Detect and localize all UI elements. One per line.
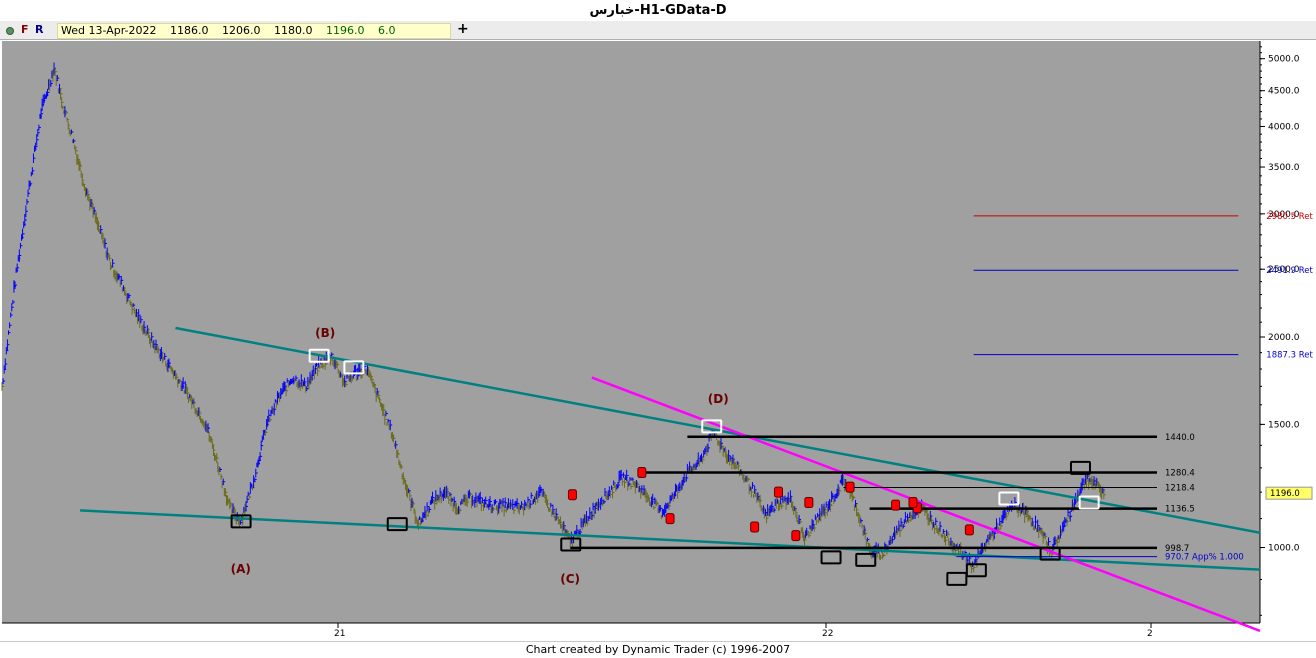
level-label: 1280.4 <box>1165 468 1195 478</box>
time-axis-panel <box>2 623 1314 640</box>
x-tick-label: 2 <box>1147 629 1153 639</box>
status-dot-icon <box>6 27 14 35</box>
quote-change: 6.0 <box>378 24 396 37</box>
fib-level-label: 1887.3 Ret 0.236 <box>1266 351 1316 361</box>
y-tick-label: 1000.0 <box>1268 544 1300 554</box>
f-button[interactable]: F <box>21 23 29 36</box>
quote-readout: Wed 13-Apr-2022 1186.0 1206.0 1180.0 119… <box>57 23 451 39</box>
quote-high: 1206.0 <box>222 24 261 37</box>
wave-label: (A) <box>231 562 251 576</box>
chart-footer: Chart created by Dynamic Trader (c) 1996… <box>0 641 1316 658</box>
level-label: 1440.0 <box>1165 433 1195 443</box>
y-tick-label: 4000.0 <box>1268 122 1300 132</box>
red-marker <box>845 481 855 493</box>
red-marker <box>773 486 783 498</box>
red-marker <box>637 467 647 479</box>
wave-label: (C) <box>560 572 580 586</box>
x-tick-label: 21 <box>334 629 345 639</box>
y-tick-label: 3500.0 <box>1268 163 1300 173</box>
level-label: 970.7 App% 1.000 <box>1165 553 1244 563</box>
fib-level-label: 2980.5 Ret 0.500 <box>1266 212 1316 222</box>
quote-low: 1180.0 <box>274 24 313 37</box>
r-button[interactable]: R <box>35 23 43 36</box>
y-tick-label: 5000.0 <box>1268 55 1300 65</box>
window-title: خبارس-H1-GData-D <box>0 0 1316 22</box>
y-tick-label: 1500.0 <box>1268 420 1300 430</box>
red-marker <box>891 499 901 511</box>
red-marker <box>750 521 760 533</box>
red-marker <box>665 513 675 525</box>
red-marker <box>567 489 577 501</box>
quote-close: 1196.0 <box>326 24 365 37</box>
y-tick-label: 2000.0 <box>1268 333 1300 343</box>
fib-level-label: 2491.9 Ret 0.382 <box>1266 266 1316 276</box>
red-marker <box>791 530 801 542</box>
wave-label: (B) <box>315 326 335 340</box>
y-tick-label: 4500.0 <box>1268 87 1300 97</box>
price-chart[interactable]: 1000.01500.02000.02500.03000.03500.04000… <box>0 40 1316 641</box>
quote-date: Wed 13-Apr-2022 <box>61 24 157 37</box>
quote-open: 1186.0 <box>170 24 209 37</box>
x-tick-label: 22 <box>822 629 833 639</box>
red-marker <box>908 496 918 508</box>
wave-label: (D) <box>708 392 729 406</box>
chart-toolbar: F R Wed 13-Apr-2022 1186.0 1206.0 1180.0… <box>0 21 1316 40</box>
last-price-label: 1196.0 <box>1270 489 1300 499</box>
red-marker <box>804 496 814 508</box>
level-label: 1136.5 <box>1165 505 1195 515</box>
red-marker <box>964 524 974 536</box>
add-plus-icon[interactable]: + <box>457 21 469 37</box>
level-label: 1218.4 <box>1165 484 1195 494</box>
